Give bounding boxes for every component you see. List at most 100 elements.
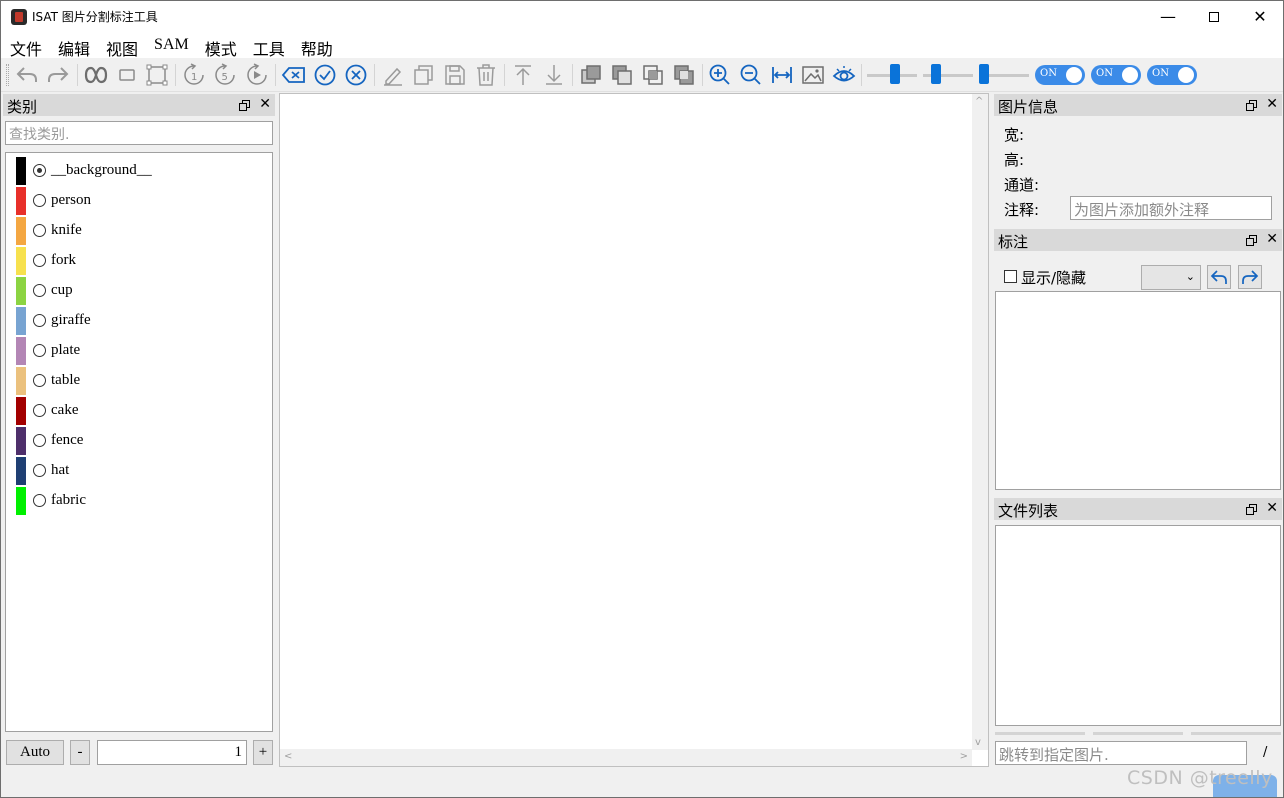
- layer-button-1[interactable]: [578, 63, 604, 87]
- layer-button-2[interactable]: [609, 63, 635, 87]
- menu-view[interactable]: 视图: [97, 32, 145, 59]
- minimize-button[interactable]: —: [1145, 1, 1191, 32]
- bounding-box-button[interactable]: [144, 63, 170, 87]
- show-hide-checkbox[interactable]: [1004, 270, 1017, 283]
- close-icon[interactable]: ✕: [1266, 232, 1278, 246]
- category-radio[interactable]: [33, 224, 46, 237]
- category-item[interactable]: __background__: [6, 155, 272, 185]
- category-item[interactable]: giraffe: [6, 305, 272, 335]
- category-radio[interactable]: [33, 344, 46, 357]
- category-item[interactable]: hat: [6, 455, 272, 485]
- float-icon[interactable]: [1246, 100, 1258, 111]
- category-radio[interactable]: [33, 284, 46, 297]
- maximize-button[interactable]: [1191, 1, 1237, 32]
- category-item[interactable]: person: [6, 185, 272, 215]
- category-radio[interactable]: [33, 404, 46, 417]
- scroll-left-icon[interactable]: <: [284, 751, 292, 762]
- category-radio[interactable]: [33, 464, 46, 477]
- move-top-button[interactable]: [510, 63, 536, 87]
- category-search-input[interactable]: 查找类别.: [5, 121, 273, 145]
- fit-width-button[interactable]: [769, 63, 795, 87]
- note-input[interactable]: 为图片添加额外注释: [1070, 196, 1272, 220]
- cancel-button[interactable]: [343, 63, 369, 87]
- scroll-right-icon[interactable]: >: [960, 751, 968, 762]
- category-item[interactable]: fork: [6, 245, 272, 275]
- scroll-down-icon[interactable]: v: [975, 737, 981, 748]
- next-annotation-button[interactable]: [1238, 265, 1262, 289]
- image-canvas[interactable]: ^ v < >: [279, 93, 989, 767]
- file-list-header: 文件列表 ✕: [994, 498, 1282, 520]
- menu-sam[interactable]: SAM: [145, 32, 196, 58]
- toggle-switch-3[interactable]: ON: [1147, 65, 1197, 85]
- layer-button-4[interactable]: [671, 63, 697, 87]
- close-button[interactable]: ✕: [1237, 1, 1283, 32]
- increment-button[interactable]: +: [253, 740, 273, 765]
- category-item[interactable]: cake: [6, 395, 272, 425]
- sam-button[interactable]: [83, 63, 109, 87]
- auto-button[interactable]: Auto: [6, 740, 64, 765]
- category-item[interactable]: plate: [6, 335, 272, 365]
- close-icon[interactable]: ✕: [1266, 501, 1278, 515]
- category-radio[interactable]: [33, 254, 46, 267]
- toggle-switch-1[interactable]: ON: [1035, 65, 1085, 85]
- horizontal-scrollbar[interactable]: < >: [280, 749, 972, 766]
- menu-file[interactable]: 文件: [1, 32, 49, 59]
- category-item[interactable]: knife: [6, 215, 272, 245]
- edit-button[interactable]: [380, 63, 406, 87]
- menu-tools[interactable]: 工具: [244, 32, 292, 59]
- category-item[interactable]: fabric: [6, 485, 272, 515]
- vertical-scrollbar[interactable]: ^ v: [972, 94, 988, 750]
- category-radio[interactable]: [33, 374, 46, 387]
- close-icon[interactable]: ✕: [1266, 97, 1278, 111]
- zoom-in-icon: [709, 64, 730, 85]
- category-radio[interactable]: [33, 164, 46, 177]
- finish-button[interactable]: [312, 63, 338, 87]
- eye-button[interactable]: [831, 63, 857, 87]
- category-item[interactable]: table: [6, 365, 272, 395]
- redo-button[interactable]: [45, 63, 71, 87]
- rectangle-button[interactable]: [114, 63, 140, 87]
- rotate-5-button[interactable]: 5: [212, 63, 238, 87]
- float-icon[interactable]: [239, 100, 251, 111]
- category-panel-title: 类别: [7, 98, 38, 116]
- menu-edit[interactable]: 编辑: [49, 32, 97, 59]
- category-item[interactable]: fence: [6, 425, 272, 455]
- slider-thumb-1[interactable]: [890, 64, 900, 84]
- save-button[interactable]: [442, 63, 468, 87]
- toggle-switch-2[interactable]: ON: [1091, 65, 1141, 85]
- clear-button[interactable]: [281, 63, 307, 87]
- jump-to-image-input[interactable]: 跳转到指定图片.: [995, 741, 1247, 765]
- float-icon[interactable]: [1246, 504, 1258, 515]
- annotation-list[interactable]: [995, 291, 1281, 490]
- copy-button[interactable]: [411, 63, 437, 87]
- file-list[interactable]: [995, 525, 1281, 726]
- layer-button-3[interactable]: [640, 63, 666, 87]
- rotate-1-button[interactable]: 1: [181, 63, 207, 87]
- play-rotate-icon: [247, 63, 267, 85]
- group-spinbox[interactable]: 1: [97, 740, 247, 765]
- category-radio[interactable]: [33, 194, 46, 207]
- scroll-up-icon[interactable]: ^: [975, 96, 983, 107]
- category-color-swatch: [16, 457, 26, 485]
- category-item[interactable]: cup: [6, 275, 272, 305]
- move-bottom-button[interactable]: [541, 63, 567, 87]
- decrement-button[interactable]: -: [70, 740, 90, 765]
- close-icon[interactable]: ✕: [259, 97, 271, 111]
- play-rotate-button[interactable]: [244, 63, 270, 87]
- image-button[interactable]: [800, 63, 826, 87]
- category-radio[interactable]: [33, 434, 46, 447]
- undo-button[interactable]: [14, 63, 40, 87]
- zoom-out-button[interactable]: [738, 63, 764, 87]
- float-icon[interactable]: [1246, 235, 1258, 246]
- slider-thumb-2[interactable]: [931, 64, 941, 84]
- category-radio[interactable]: [33, 314, 46, 327]
- zoom-in-button[interactable]: [707, 63, 733, 87]
- slider-thumb-3[interactable]: [979, 64, 989, 84]
- category-radio[interactable]: [33, 494, 46, 507]
- previous-annotation-button[interactable]: [1207, 265, 1231, 289]
- delete-button[interactable]: [473, 63, 499, 87]
- menu-help[interactable]: 帮助: [292, 32, 340, 59]
- menu-mode[interactable]: 模式: [196, 32, 244, 59]
- toolbar-grip[interactable]: [6, 64, 9, 86]
- annotation-filter-select[interactable]: ⌄: [1141, 265, 1201, 290]
